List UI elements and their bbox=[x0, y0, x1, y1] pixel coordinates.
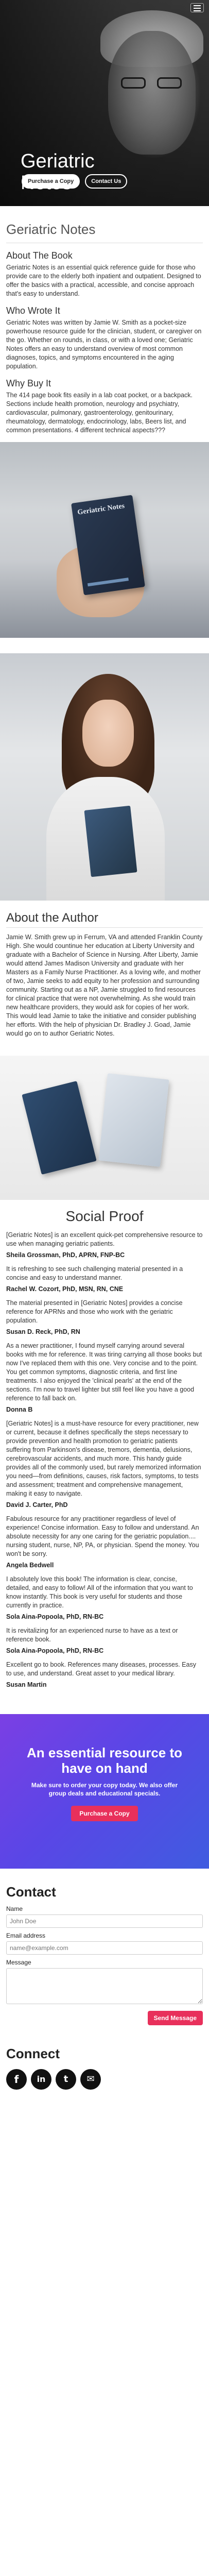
section-body-why-buy: The 414 page book fits easily in a lab c… bbox=[6, 392, 193, 434]
hero-buttons: Purchase a Copy Contact Us bbox=[22, 174, 128, 189]
banner-book-1 bbox=[22, 1081, 97, 1175]
menu-icon-bar bbox=[194, 5, 201, 6]
about-section: Geriatric Notes About The Book Geriatric… bbox=[0, 206, 209, 435]
cta-subtext: Make sure to order your copy today. We a… bbox=[31, 1782, 178, 1797]
email-icon[interactable]: ✉ bbox=[80, 2069, 101, 2090]
message-label: Message bbox=[6, 1959, 31, 1966]
connect-section: Connect f in t ✉ bbox=[6, 2046, 203, 2090]
author-bio: Jamie W. Smith grew up in Ferrum, VA and… bbox=[6, 934, 203, 1037]
page-title: Geriatric Notes bbox=[6, 222, 96, 237]
section-heading-who-wrote: Who Wrote It bbox=[6, 306, 60, 316]
hero: Geriatric Notes Purchase a Copy Contact … bbox=[0, 0, 209, 206]
page-bottom-spacer bbox=[0, 2090, 209, 2121]
author-photo-book bbox=[84, 805, 137, 877]
social-proof-section: Social Proof [Geriatric Notes] is an exc… bbox=[0, 1056, 209, 1688]
contact-us-button[interactable]: Contact Us bbox=[85, 174, 128, 189]
testimonial-author: Sheila Grossman, PhD, APRN, FNP-BC bbox=[6, 1251, 125, 1259]
testimonial-author: Rachel W. Cozort, PhD, MSN, RN, CNE bbox=[6, 1285, 124, 1293]
social-proof-heading: Social Proof bbox=[65, 1208, 144, 1224]
testimonial-quote: I absolutely love this book! The informa… bbox=[6, 1575, 193, 1609]
cta-purchase-button[interactable]: Purchase a Copy bbox=[71, 1806, 138, 1821]
testimonial-quote: The material presented in [Geriatric Not… bbox=[6, 1299, 183, 1324]
book-cover-lettering: Geriatric Notes bbox=[77, 502, 125, 517]
social-proof-banner bbox=[0, 1056, 209, 1200]
testimonial-quote: [Geriatric Notes] is an excellent quick-… bbox=[6, 1231, 203, 1247]
menu-toggle-button[interactable] bbox=[190, 3, 204, 12]
testimonial-author: Donna B bbox=[6, 1406, 33, 1413]
social-icons: f in t ✉ bbox=[6, 2069, 203, 2090]
author-section: About the Author Jamie W. Smith grew up … bbox=[0, 653, 209, 1038]
name-input[interactable] bbox=[6, 1914, 203, 1928]
section-body-who-wrote: Geriatric Notes was written by Jamie W. … bbox=[6, 319, 202, 370]
send-row: Send Message bbox=[6, 2011, 203, 2025]
email-input[interactable] bbox=[6, 1941, 203, 1955]
testimonial-author: Sola Aina-Popoola, PhD, RN-BC bbox=[6, 1613, 104, 1620]
testimonial-quote: Excellent go to book. References many di… bbox=[6, 1661, 196, 1677]
linkedin-icon[interactable]: in bbox=[31, 2069, 51, 2090]
testimonial-author: Susan D. Reck, PhD, RN bbox=[6, 1328, 80, 1335]
author-photo-face bbox=[82, 700, 134, 767]
cta-section: An essential resource to have on hand Ma… bbox=[0, 1714, 209, 1869]
testimonial-author: Angela Bedwell bbox=[6, 1562, 54, 1569]
testimonial-author: David J. Carter, PhD bbox=[6, 1501, 68, 1509]
testimonial-quote: It is revitalizing for an experienced nu… bbox=[6, 1627, 178, 1643]
contact-heading: Contact bbox=[6, 1884, 56, 1900]
message-textarea[interactable] bbox=[6, 1968, 203, 2004]
banner-book-2 bbox=[98, 1073, 169, 1167]
cta-content: An essential resource to have on hand Ma… bbox=[0, 1745, 209, 1821]
author-photo bbox=[0, 653, 209, 901]
hero-title-line1: Geriatric bbox=[21, 150, 95, 172]
section-heading-about-book: About The Book bbox=[6, 250, 73, 261]
send-message-button[interactable]: Send Message bbox=[147, 2011, 203, 2025]
testimonial-quote: It is refreshing to see such challenging… bbox=[6, 1265, 183, 1281]
top-nav bbox=[0, 0, 209, 14]
book-photo: Geriatric Notes bbox=[0, 442, 209, 638]
testimonial-quote: [Geriatric Notes] is a must-have resourc… bbox=[6, 1420, 201, 1497]
testimonial-author: Susan Martin bbox=[6, 1681, 47, 1688]
facebook-icon[interactable]: f bbox=[6, 2069, 27, 2090]
connect-heading: Connect bbox=[6, 2046, 60, 2061]
menu-icon-bar bbox=[194, 8, 201, 9]
testimonial-quote: As a newer practitioner, I found myself … bbox=[6, 1342, 202, 1402]
twitter-icon[interactable]: t bbox=[56, 2069, 76, 2090]
purchase-copy-button[interactable]: Purchase a Copy bbox=[22, 174, 80, 189]
divider bbox=[6, 927, 203, 928]
testimonial-quote: Fabulous resource for any practitioner r… bbox=[6, 1515, 199, 1557]
cta-heading: An essential resource to have on hand bbox=[27, 1745, 182, 1776]
menu-icon-bar bbox=[194, 10, 201, 11]
email-label: Email address bbox=[6, 1932, 46, 1939]
book-cover: Geriatric Notes bbox=[71, 495, 145, 596]
contact-section: Contact Name Email address Message Send … bbox=[6, 1884, 203, 2025]
section-heading-why-buy: Why Buy It bbox=[6, 378, 51, 388]
author-heading: About the Author bbox=[6, 911, 98, 925]
testimonial-author: Sola Aina-Popoola, PhD, RN-BC bbox=[6, 1647, 104, 1654]
section-body-about-book: Geriatric Notes is an essential quick re… bbox=[6, 264, 201, 297]
name-label: Name bbox=[6, 1905, 23, 1912]
